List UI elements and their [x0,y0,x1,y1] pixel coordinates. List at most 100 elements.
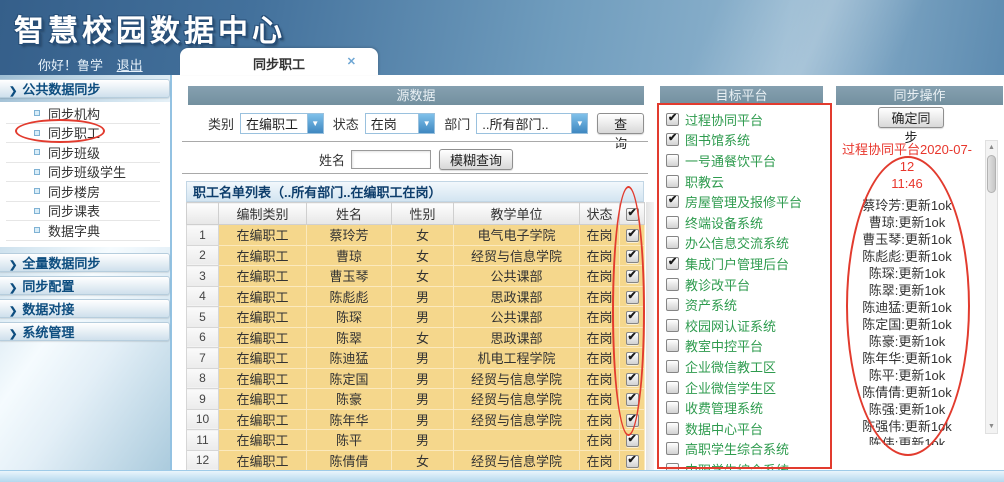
platform-option[interactable]: 终端设备系统 [666,212,824,233]
name-input[interactable] [351,150,431,169]
platform-checkbox[interactable] [666,422,679,435]
platform-option[interactable]: 一号通餐饮平台 [666,150,824,171]
sidebar-item[interactable]: 同步楼房 [6,182,160,202]
table-scrollbar[interactable] [646,202,654,470]
chevron-down-icon[interactable] [418,114,434,133]
row-checkbox[interactable] [626,250,639,263]
platform-option[interactable]: 高职学生综合系统 [666,439,824,460]
sidebar-section[interactable]: 系统管理 [0,322,170,341]
platform-checkbox[interactable] [666,298,679,311]
log-scrollbar[interactable] [985,140,998,434]
cell-status: 在岗 [580,266,620,287]
platform-option[interactable]: 收费管理系统 [666,397,824,418]
chevron-down-icon[interactable] [571,114,587,133]
platform-option[interactable]: 企业微信教工区 [666,356,824,377]
platform-checkbox[interactable] [666,133,679,146]
fuzzy-query-button[interactable]: 模糊查询 [439,149,513,170]
platform-option[interactable]: 房屋管理及报修平台 [666,191,824,212]
platform-checkbox[interactable] [666,175,679,188]
logout-link[interactable]: 退出 [117,58,143,73]
query-button[interactable]: 查询 [597,113,644,134]
scroll-up-icon[interactable] [986,141,997,154]
col-name: 姓名 [307,203,392,225]
sidebar-section[interactable]: 数据对接 [0,299,170,318]
platform-checkbox[interactable] [666,236,679,249]
row-checkbox[interactable] [626,414,639,427]
platform-option[interactable]: 教室中控平台 [666,336,824,357]
log-entry: 陈伟:更新1ok [840,435,974,445]
cell-type: 在编职工 [219,307,307,328]
platform-option[interactable]: 集成门户管理后台 [666,253,824,274]
row-checkbox[interactable] [626,311,639,324]
platform-option[interactable]: 过程协同平台 [666,109,824,130]
sidebar-section[interactable]: 同步配置 [0,276,170,295]
platform-checkbox[interactable] [666,360,679,373]
table-row: 6 在编职工 陈翠 女 思政课部 在岗 [187,327,645,348]
cell-type: 在编职工 [219,327,307,348]
platform-label: 终端设备系统 [685,213,763,232]
category-select[interactable]: 在编职工 [240,113,324,134]
platform-checkbox[interactable] [666,442,679,455]
cell-name: 陈平 [307,430,392,451]
row-checkbox[interactable] [626,373,639,386]
bottom-bar [0,470,1004,482]
platform-option[interactable]: 企业微信学生区 [666,377,824,398]
platform-option[interactable]: 职教云 [666,171,824,192]
platform-checkbox[interactable] [666,257,679,270]
confirm-sync-button[interactable]: 确定同步 [878,107,944,128]
row-checkbox[interactable] [626,291,639,304]
platform-checkbox[interactable] [666,319,679,332]
row-checkbox[interactable] [626,270,639,283]
platform-option[interactable]: 办公信息交流系统 [666,233,824,254]
scroll-thumb[interactable] [987,155,996,193]
platform-checkbox[interactable] [666,278,679,291]
platform-option[interactable]: 资产系统 [666,294,824,315]
platform-checkbox[interactable] [666,195,679,208]
sidebar-item[interactable]: 数据字典 [6,221,160,241]
cell-type: 在编职工 [219,286,307,307]
platform-option[interactable]: 图书馆系统 [666,130,824,151]
row-checkbox[interactable] [626,332,639,345]
select-all-checkbox[interactable] [626,208,639,221]
cell-gender: 男 [392,430,454,451]
platform-option[interactable]: 教诊改平台 [666,274,824,295]
platform-checkbox[interactable] [666,154,679,167]
scroll-down-icon[interactable] [986,420,997,433]
sidebar-item[interactable]: 同步课表 [6,202,160,222]
row-checkbox[interactable] [626,393,639,406]
row-checkbox[interactable] [626,434,639,447]
row-checkbox[interactable] [626,229,639,242]
platform-label: 办公信息交流系统 [685,233,789,252]
platform-checkbox[interactable] [666,401,679,414]
dept-select-value: ..所有部门.. [482,114,548,133]
platform-checkbox[interactable] [666,339,679,352]
sidebar: 公共数据同步 同步机构 同步职工 同步班级 [0,75,172,470]
tab-close-icon[interactable] [347,55,356,68]
row-checkbox[interactable] [626,455,639,468]
log-entry: 陈定国:更新1ok [840,316,974,333]
row-number: 6 [187,327,219,348]
platform-option[interactable]: 数据中心平台 [666,418,824,439]
sidebar-item[interactable]: 同步机构 [6,104,160,124]
tab-sync-staff[interactable]: 同步职工 [180,48,378,75]
platform-label: 企业微信教工区 [685,357,776,376]
sidebar-item[interactable]: 同步职工 [6,124,160,144]
table-row: 4 在编职工 陈彪彪 男 思政课部 在岗 [187,286,645,307]
platform-option[interactable]: 校园网认证系统 [666,315,824,336]
platform-checkbox[interactable] [666,381,679,394]
status-select[interactable]: 在岗 [365,113,435,134]
sidebar-section-public-data-sync[interactable]: 公共数据同步 [0,79,170,98]
chevron-down-icon[interactable] [307,114,323,133]
app-header: 智慧校园数据中心 你好！鲁学 退出 同步职工 [0,0,1004,75]
sidebar-section[interactable]: 全量数据同步 [0,253,170,272]
cell-select [620,286,645,307]
dept-select[interactable]: ..所有部门.. [476,113,588,134]
row-checkbox[interactable] [626,352,639,365]
platform-checkbox[interactable] [666,216,679,229]
platform-checkbox[interactable] [666,113,679,126]
app-window: 智慧校园数据中心 你好！鲁学 退出 同步职工 公共数据同步 同步机构 [0,0,1004,482]
sidebar-item[interactable]: 同步班级 [6,143,160,163]
sidebar-item[interactable]: 同步班级学生 [6,163,160,183]
log-entry: 陈年华:更新1ok [840,350,974,367]
cell-name: 陈定国 [307,368,392,389]
